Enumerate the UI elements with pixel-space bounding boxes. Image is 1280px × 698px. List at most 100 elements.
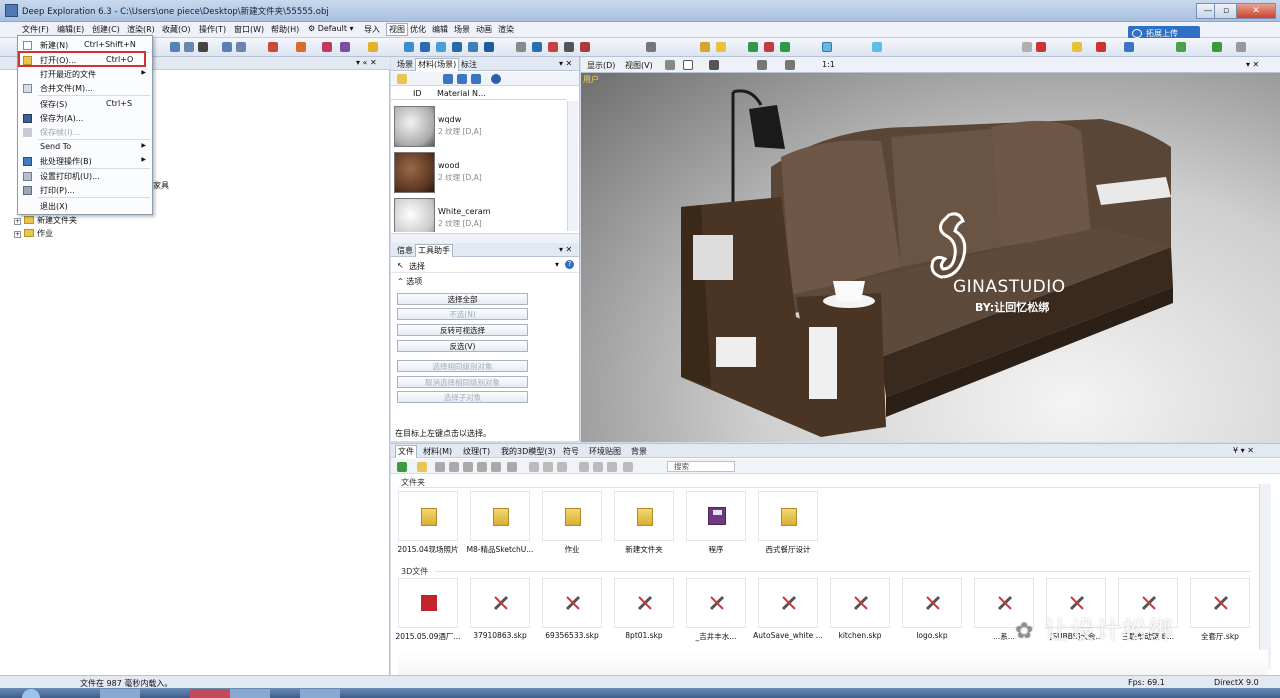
material-scrollbar[interactable]	[567, 101, 578, 231]
select-all-button[interactable]: 选择全部	[397, 293, 528, 305]
taskbar-app[interactable]	[190, 689, 230, 698]
view-2-icon[interactable]	[457, 74, 467, 84]
tree-item-partial[interactable]: 家具	[153, 180, 169, 191]
menu-file[interactable]: 文件(F)	[22, 24, 49, 35]
cut-icon[interactable]	[529, 462, 539, 472]
light-bulb-icon[interactable]	[700, 42, 710, 52]
skp-file-item[interactable]: _吉井丰水...	[681, 578, 751, 646]
close-button[interactable]: ✕	[1236, 3, 1276, 19]
ribbon-tab-import[interactable]: 导入	[364, 24, 380, 35]
panel-close-icon[interactable]: ▾ ✕	[557, 245, 574, 254]
print-icon[interactable]	[579, 462, 589, 472]
invert-visible-selection-button[interactable]: 反转可视选择	[397, 324, 528, 336]
maximize-button[interactable]: ▫	[1214, 3, 1238, 19]
info-icon[interactable]	[491, 74, 501, 84]
shade-mode-2-icon[interactable]	[420, 42, 430, 52]
skp-file-item[interactable]: kitchen.skp	[825, 578, 895, 646]
camera-icon[interactable]	[665, 60, 675, 70]
omni-light-icon[interactable]	[748, 42, 758, 52]
menu-item-save-as[interactable]: 保存为(A)...	[18, 111, 152, 125]
shade-mode-icon[interactable]	[404, 42, 414, 52]
menu-window[interactable]: 窗口(W)	[234, 24, 264, 35]
ribbon-tab-edit[interactable]: 编辑	[432, 24, 448, 35]
folder-item[interactable]: M8-精品SketchU...	[465, 491, 535, 559]
skp-file-item[interactable]: 69356533.skp	[537, 578, 607, 646]
dropdown-icon[interactable]: ▾	[555, 260, 559, 269]
flag-icon[interactable]	[1096, 42, 1106, 52]
folder-item[interactable]: 作业	[537, 491, 607, 559]
taskbar-app[interactable]	[230, 689, 270, 698]
folder-icon[interactable]	[397, 74, 407, 84]
refresh-icon[interactable]	[683, 60, 693, 70]
target-icon[interactable]	[1036, 42, 1046, 52]
3d-viewport[interactable]: GINASTUDIO BY:让回忆松绑	[581, 57, 1280, 442]
tab-files[interactable]: 文件	[395, 445, 417, 458]
orbit-icon[interactable]	[236, 42, 246, 52]
tool-selector[interactable]: ↖ 选择 ▾ ?	[391, 259, 579, 273]
browser-scrollbar[interactable]	[1259, 484, 1271, 669]
skp-file-item[interactable]: 2015.05.09酒厂...	[393, 578, 463, 646]
copy-icon[interactable]	[543, 462, 553, 472]
shade-mode-6-icon[interactable]	[484, 42, 494, 52]
skp-file-item[interactable]: AutoSave_white ...	[753, 578, 823, 646]
menu-item-send-to[interactable]: Send To ▶	[18, 140, 152, 154]
point-light-icon[interactable]	[764, 42, 774, 52]
menu-item-new[interactable]: 新建(N) Ctrl+Shift+N	[18, 38, 152, 52]
export-icon[interactable]	[1212, 42, 1222, 52]
layout-preset-dropdown[interactable]: ⚙ Default ▾	[308, 24, 354, 33]
expand-icon[interactable]: +	[14, 231, 21, 238]
paint-icon[interactable]	[268, 42, 278, 52]
start-button[interactable]	[22, 689, 40, 698]
menu-item-recent[interactable]: 打开最近的文件 ▶	[18, 67, 152, 81]
invert-selection-button[interactable]: 反选(V)	[397, 340, 528, 352]
folder-item[interactable]: 程序	[681, 491, 751, 559]
column-material-name[interactable]: Material N...	[437, 89, 486, 98]
ribbon-tab-render[interactable]: 渲染	[498, 24, 514, 35]
camera-icon[interactable]	[1022, 42, 1032, 52]
view-small-icon[interactable]	[463, 462, 473, 472]
skp-file-item[interactable]: 37910863.skp	[465, 578, 535, 646]
wireframe-icon[interactable]	[516, 42, 526, 52]
view-menu[interactable]: 视图(V)	[625, 60, 653, 71]
options-section[interactable]: ⌃ 选项	[397, 276, 422, 287]
shade-mode-5-icon[interactable]	[468, 42, 478, 52]
menu-edit[interactable]: 编辑(E)	[57, 24, 84, 35]
move-icon[interactable]	[170, 42, 180, 52]
paste-icon[interactable]	[557, 462, 567, 472]
scale-icon[interactable]	[198, 42, 208, 52]
material-icon[interactable]	[296, 42, 306, 52]
skp-file-item[interactable]: logo.skp	[897, 578, 967, 646]
panel-close-icon[interactable]: ▾ ✕	[557, 59, 574, 68]
sphere-icon[interactable]	[322, 42, 332, 52]
select-none-button[interactable]: 不选(N)	[397, 308, 528, 320]
menu-item-save-frame[interactable]: 保存帧(I)...	[18, 125, 152, 139]
box-icon[interactable]	[564, 42, 574, 52]
deselect-same-level-button[interactable]: 取消选择相同级别对象	[397, 376, 528, 388]
select-same-level-button[interactable]: 选择相同级别对象	[397, 360, 528, 372]
folder-item[interactable]: 2015.04现场照片	[393, 491, 463, 559]
view-list-icon[interactable]	[477, 462, 487, 472]
folder-item[interactable]: 西式餐厅设计	[753, 491, 823, 559]
zoom-icon[interactable]	[757, 60, 767, 70]
pane-options-icon[interactable]: ▾ « ✕	[356, 58, 377, 67]
print-3-icon[interactable]	[607, 462, 617, 472]
textured-icon[interactable]	[548, 42, 558, 52]
menu-operations[interactable]: 操作(T)	[199, 24, 226, 35]
render-icon[interactable]	[580, 42, 590, 52]
tab-tool-helper[interactable]: 工具助手	[415, 244, 453, 257]
ribbon-tab-optimize[interactable]: 优化	[410, 24, 426, 35]
material-hscrollbar[interactable]	[391, 233, 579, 243]
material-item[interactable]: White_ceram 2 纹理 [D,A]	[391, 196, 566, 232]
viewport-options-icon[interactable]: ▾ ✕	[1246, 60, 1259, 69]
color-icon[interactable]	[1176, 42, 1186, 52]
ribbon-tab-scene[interactable]: 场景	[454, 24, 470, 35]
zoom-ratio[interactable]: 1:1	[822, 60, 835, 69]
view-large-icon[interactable]	[435, 462, 445, 472]
rotate-icon[interactable]	[184, 42, 194, 52]
direct-light-icon[interactable]	[780, 42, 790, 52]
menu-item-save[interactable]: 保存(S) Ctrl+S	[18, 97, 152, 111]
material-item[interactable]: wqdw 2 纹理 [D,A]	[391, 104, 566, 149]
pan-view-icon[interactable]	[709, 60, 719, 70]
tab-annotation[interactable]: 标注	[459, 59, 479, 70]
menu-item-print[interactable]: 打印(P)...	[18, 183, 152, 197]
